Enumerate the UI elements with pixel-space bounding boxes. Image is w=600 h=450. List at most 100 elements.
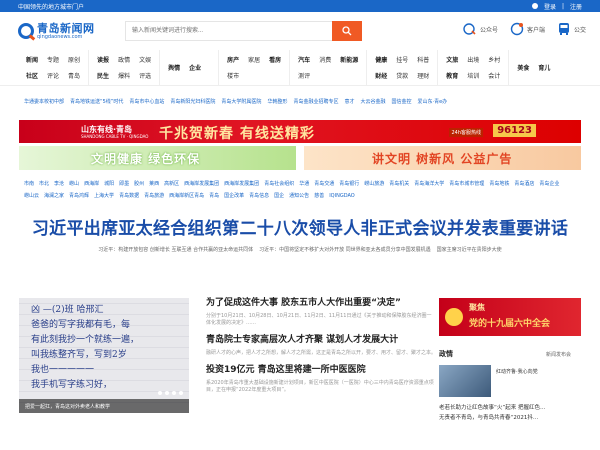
city-link[interactable]: 国企 <box>274 193 284 199</box>
nav-item[interactable]: 培训 <box>467 71 479 80</box>
ad-banner-orange[interactable]: 讲文明 树新风 公益广告 <box>304 146 581 170</box>
nav-item[interactable]: 新能源 <box>340 55 358 64</box>
nav-item[interactable]: 政情 <box>118 55 130 64</box>
nav-item[interactable]: 社区 <box>26 71 38 80</box>
search-button[interactable] <box>332 21 362 41</box>
city-link[interactable]: 青岛社会组织 <box>264 181 294 187</box>
app-link[interactable]: 客户端 <box>510 22 545 36</box>
city-link[interactable]: 高新区 <box>164 181 179 187</box>
search-input[interactable] <box>125 21 332 41</box>
hot-link[interactable]: 华韩整形 <box>267 98 287 112</box>
side-list-item[interactable]: 无责者不青岛，与青岛共青春“2021抖… <box>439 413 581 423</box>
news-item[interactable]: 青岛院士专家高层次人才齐聚 谋划人才发展大计 融研人才的心声，把人才之所想，解人才… <box>206 335 436 357</box>
site-logo[interactable]: 青岛新闻网 qingdaonews.com <box>18 23 118 40</box>
nav-item[interactable]: 测评 <box>298 71 310 80</box>
city-link[interactable]: 慈善 <box>314 193 324 199</box>
nav-item[interactable]: 教育 <box>446 71 458 80</box>
side-banner[interactable]: 聚焦 党的十九届六中全会 <box>439 298 581 336</box>
city-link[interactable]: 西海岸 <box>84 181 99 187</box>
nav-item[interactable]: 读报 <box>97 55 109 64</box>
nav-item[interactable]: 理财 <box>417 71 429 80</box>
nav-item[interactable]: 美食 <box>517 63 529 72</box>
news-title[interactable]: 投资19亿元 青岛这里将建一所中医医院 <box>206 365 436 376</box>
headline[interactable]: 习近平出席亚太经合组织第二十八次领导人非正式会议并发表重要讲话 <box>0 214 600 239</box>
nav-item[interactable]: 评选 <box>139 71 151 80</box>
hot-link[interactable]: 青岛大学附属医院 <box>221 98 261 112</box>
headline-sublink[interactable]: 习近平：构建开放包容 创新增长 互联互通 合作共赢的亚太命运共同体 <box>98 246 253 253</box>
featured-photo[interactable]: 我手机写字练习好， 我也一一一一一 叫我练整齐写，写到2岁 有此刻我抄一个就练一遍， 爸… <box>19 298 189 413</box>
login-link[interactable]: 登录 <box>544 2 556 11</box>
nav-item[interactable]: 育儿 <box>538 63 550 72</box>
nav-item[interactable]: 青岛 <box>68 71 80 80</box>
city-link[interactable]: 城阳 <box>104 181 114 187</box>
city-link[interactable]: 青岛酒店 <box>514 181 534 187</box>
hot-link[interactable]: 青岛金融业招聘专区 <box>293 98 338 112</box>
city-link[interactable]: 青岛 <box>209 193 219 199</box>
nav-item[interactable]: 家居 <box>248 55 260 64</box>
city-link[interactable]: 崂山 <box>69 181 79 187</box>
city-link[interactable]: 莱西 <box>149 181 159 187</box>
carousel-dots[interactable] <box>158 391 183 395</box>
city-link[interactable]: 崂山云 <box>24 193 39 199</box>
ad-banner-cable[interactable]: 山东有线·青岛 SHANDONG CABLE TV · QINGDAO 千兆贺新… <box>19 120 581 143</box>
nav-item[interactable]: 新闻 <box>26 55 38 64</box>
headline-sublink[interactable]: 国家主席习近平在贵阳步大使 <box>437 246 502 253</box>
city-link[interactable]: 青岛交通 <box>314 181 334 187</box>
city-link[interactable]: 李沧 <box>54 181 64 187</box>
side-section-title[interactable]: 政情 <box>439 349 453 359</box>
hot-link[interactable]: 青岛市中心血站 <box>129 98 164 112</box>
news-item[interactable]: 投资19亿元 青岛这里将建一所中医医院 系2020年青岛市重大基础设施新建计划项目… <box>206 365 436 394</box>
nav-item[interactable]: 文娱 <box>139 55 151 64</box>
city-link[interactable]: 青岛鸿辉 <box>69 193 89 199</box>
nav-item[interactable]: 消费 <box>319 55 331 64</box>
city-link[interactable]: 青岛数据 <box>119 193 139 199</box>
city-link[interactable]: 青岛旅游 <box>144 193 164 199</box>
city-link[interactable]: 胶州 <box>134 181 144 187</box>
news-item[interactable]: 为了促成这件大事 胶东五市人大作出重要“决定” 分别于10月21日、10月28日、… <box>206 298 436 327</box>
city-link[interactable]: 青岛地铁 <box>489 181 509 187</box>
nav-item[interactable]: 文旅 <box>446 55 458 64</box>
hot-link[interactable]: 青岛地铁运送“5线”时代 <box>70 98 123 112</box>
hot-link[interactable]: 华通委本校初中部 <box>24 98 64 112</box>
city-link[interactable]: 通知公告 <box>289 193 309 199</box>
hot-link[interactable]: 意才 <box>344 98 354 112</box>
side-list-item[interactable]: 老若长助力让红色故事“火”起来 把握红色… <box>439 403 581 413</box>
city-link[interactable]: 市南 <box>24 181 34 187</box>
news-title[interactable]: 为了促成这件大事 胶东五市人大作出重要“决定” <box>206 298 436 309</box>
city-link[interactable]: 崂山旅游 <box>364 181 384 187</box>
bus-link[interactable]: 公交 <box>557 22 586 36</box>
city-link[interactable]: 青岛企业 <box>539 181 559 187</box>
nav-item[interactable]: 评论 <box>47 71 59 80</box>
city-link[interactable]: 即墨 <box>119 181 129 187</box>
nav-item[interactable]: 原创 <box>68 55 80 64</box>
nav-item[interactable]: 出境 <box>467 55 479 64</box>
nav-item[interactable]: 看房 <box>269 55 281 64</box>
city-link[interactable]: 西海岸发展集团 <box>184 181 219 187</box>
hot-link[interactable]: 青岛新阳光妇科医院 <box>170 98 215 112</box>
headline-sublink[interactable]: 习近平：中国将坚定不移扩大对外开放 同世界和亚太各成员分享中国发展机遇 <box>259 246 431 253</box>
hot-link[interactable]: 大云谷金融 <box>360 98 385 112</box>
nav-item[interactable]: 会计 <box>488 71 500 80</box>
nav-item[interactable]: 乡村 <box>488 55 500 64</box>
nav-item[interactable]: 民生 <box>97 71 109 80</box>
city-link[interactable]: 青岛机关 <box>389 181 409 187</box>
nav-item[interactable]: 贷款 <box>396 71 408 80</box>
city-link[interactable]: 西海岸发展集团 <box>224 181 259 187</box>
register-link[interactable]: 注册 <box>570 2 582 11</box>
hot-link[interactable]: 爱山东·青e办 <box>418 98 448 112</box>
city-link[interactable]: 海澜之家 <box>44 193 64 199</box>
nav-item[interactable]: 爆料 <box>118 71 130 80</box>
nav-item[interactable]: 挂号 <box>396 55 408 64</box>
nav-item[interactable]: 财经 <box>375 71 387 80</box>
hot-link[interactable]: 国信金控 <box>392 98 412 112</box>
city-link[interactable]: IQINGDAO <box>329 193 355 199</box>
city-link[interactable]: 青岛市城市管理 <box>449 181 484 187</box>
nav-item[interactable]: 企业 <box>189 63 201 72</box>
ad-banner-green[interactable]: 文明健康 绿色环保 <box>19 146 296 170</box>
nav-item[interactable]: 健康 <box>375 55 387 64</box>
city-link[interactable]: 青岛信息 <box>249 193 269 199</box>
nav-item[interactable]: 科普 <box>417 55 429 64</box>
city-link[interactable]: 市北 <box>39 181 49 187</box>
nav-item[interactable]: 舆情 <box>168 63 180 72</box>
news-title[interactable]: 青岛院士专家高层次人才齐聚 谋划人才发展大计 <box>206 335 436 346</box>
